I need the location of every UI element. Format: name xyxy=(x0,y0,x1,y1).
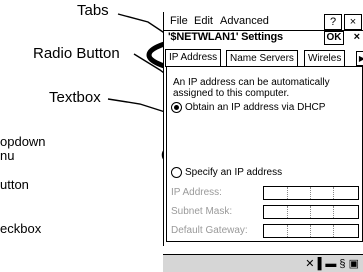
radio-dhcp-row[interactable]: Obtain an IP address via DHCP xyxy=(171,102,325,113)
callout-button: utton xyxy=(0,177,29,192)
menu-edit[interactable]: Edit xyxy=(194,15,213,27)
callout-checkbox: eckbox xyxy=(0,221,42,236)
radio-specify-label: Specify an IP address xyxy=(185,167,283,179)
dialog-title-bar: '$NETWLAN1' Settings OK × xyxy=(164,31,363,45)
help-button[interactable]: ? xyxy=(324,14,342,30)
dialog-title: '$NETWLAN1' Settings xyxy=(168,31,283,43)
radio-specify[interactable] xyxy=(171,167,182,178)
menu-advanced[interactable]: Advanced xyxy=(220,15,269,27)
callout-dropdown: opdown xyxy=(0,134,46,149)
system-tray-icons[interactable]: ✕ ▌▬ § ▣ xyxy=(305,257,359,270)
taskbar: ✕ ▌▬ § ▣ xyxy=(163,254,363,272)
ip-address-label: IP Address: xyxy=(171,187,222,198)
menu-bar: File Edit Advanced ? × xyxy=(164,12,363,31)
tab-ip-address[interactable]: IP Address xyxy=(165,49,222,67)
tab-wireless[interactable]: Wireles xyxy=(304,50,346,66)
ok-button[interactable]: OK xyxy=(324,31,344,45)
device-screen: File Edit Advanced ? × '$NETWLAN1' Setti… xyxy=(163,12,363,246)
tab-scroll-arrow-icon[interactable]: ▶ xyxy=(356,51,363,66)
tab-row: IP Address Name Servers Wireles ▶ xyxy=(164,49,363,67)
callout-dropdown-menu: nu xyxy=(0,148,15,163)
callout-tabs: Tabs xyxy=(77,2,109,19)
callout-textbox: Textbox xyxy=(49,89,101,106)
subnet-mask-label: Subnet Mask: xyxy=(171,206,233,217)
subnet-mask-field[interactable] xyxy=(263,205,359,219)
radio-dhcp-label: Obtain an IP address via DHCP xyxy=(185,102,326,114)
ip-address-field[interactable] xyxy=(263,186,359,200)
menu-file[interactable]: File xyxy=(170,15,188,27)
ip-address-panel: An IP address can be automatically assig… xyxy=(166,66,363,242)
close-icon[interactable]: × xyxy=(354,31,360,43)
radio-specify-row[interactable]: Specify an IP address xyxy=(171,167,282,178)
panel-description: An IP address can be automatically assig… xyxy=(173,77,330,99)
callout-radio-button: Radio Button xyxy=(33,45,120,62)
radio-dhcp[interactable] xyxy=(171,102,182,113)
default-gateway-field[interactable] xyxy=(263,224,359,238)
tab-name-servers[interactable]: Name Servers xyxy=(226,50,298,66)
default-gateway-label: Default Gateway: xyxy=(171,225,248,236)
menu-close-button[interactable]: × xyxy=(344,14,362,30)
